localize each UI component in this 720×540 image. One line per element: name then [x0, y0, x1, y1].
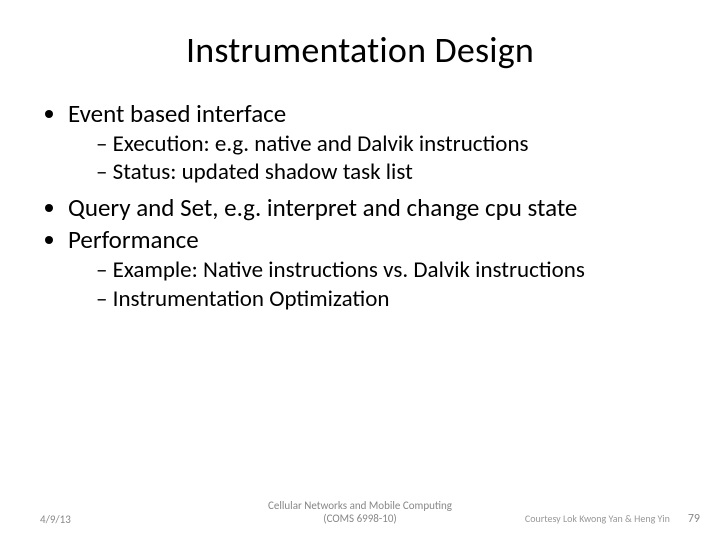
slide-footer: 4/9/13 Cellular Networks and Mobile Comp… — [0, 512, 720, 526]
footer-center: Cellular Networks and Mobile Computing (… — [268, 499, 452, 527]
slide: Instrumentation Design Event based inter… — [0, 0, 720, 540]
sub-list: Example: Native instructions vs. Dalvik … — [68, 257, 680, 312]
slide-title: Instrumentation Design — [40, 28, 680, 72]
bullet-query-set: Query and Set, e.g. interpret and change… — [68, 194, 680, 223]
footer-date: 4/9/13 — [40, 513, 71, 526]
footer-course-title: Cellular Networks and Mobile Computing — [268, 499, 452, 513]
sub-bullet-execution: Execution: e.g. native and Dalvik instru… — [96, 131, 680, 157]
sub-bullet-example: Example: Native instructions vs. Dalvik … — [96, 257, 680, 283]
footer-course-code: (COMS 6998-10) — [268, 512, 452, 526]
bullet-event-interface: Event based interface Execution: e.g. na… — [68, 100, 680, 186]
bullet-performance: Performance Example: Native instructions… — [68, 226, 680, 312]
bullet-text: Event based interface — [68, 98, 286, 129]
page-number: 79 — [688, 512, 700, 526]
bullet-list: Event based interface Execution: e.g. na… — [40, 100, 680, 312]
slide-body: Event based interface Execution: e.g. na… — [40, 100, 680, 312]
sub-bullet-status: Status: updated shadow task list — [96, 159, 680, 185]
footer-credit: Courtesy Lok Kwong Yan & Heng Yin — [525, 512, 670, 525]
sub-bullet-optimization: Instrumentation Optimization — [96, 286, 680, 312]
sub-list: Execution: e.g. native and Dalvik instru… — [68, 131, 680, 186]
footer-right: Courtesy Lok Kwong Yan & Heng Yin 79 — [525, 512, 700, 526]
bullet-text: Performance — [68, 224, 199, 255]
